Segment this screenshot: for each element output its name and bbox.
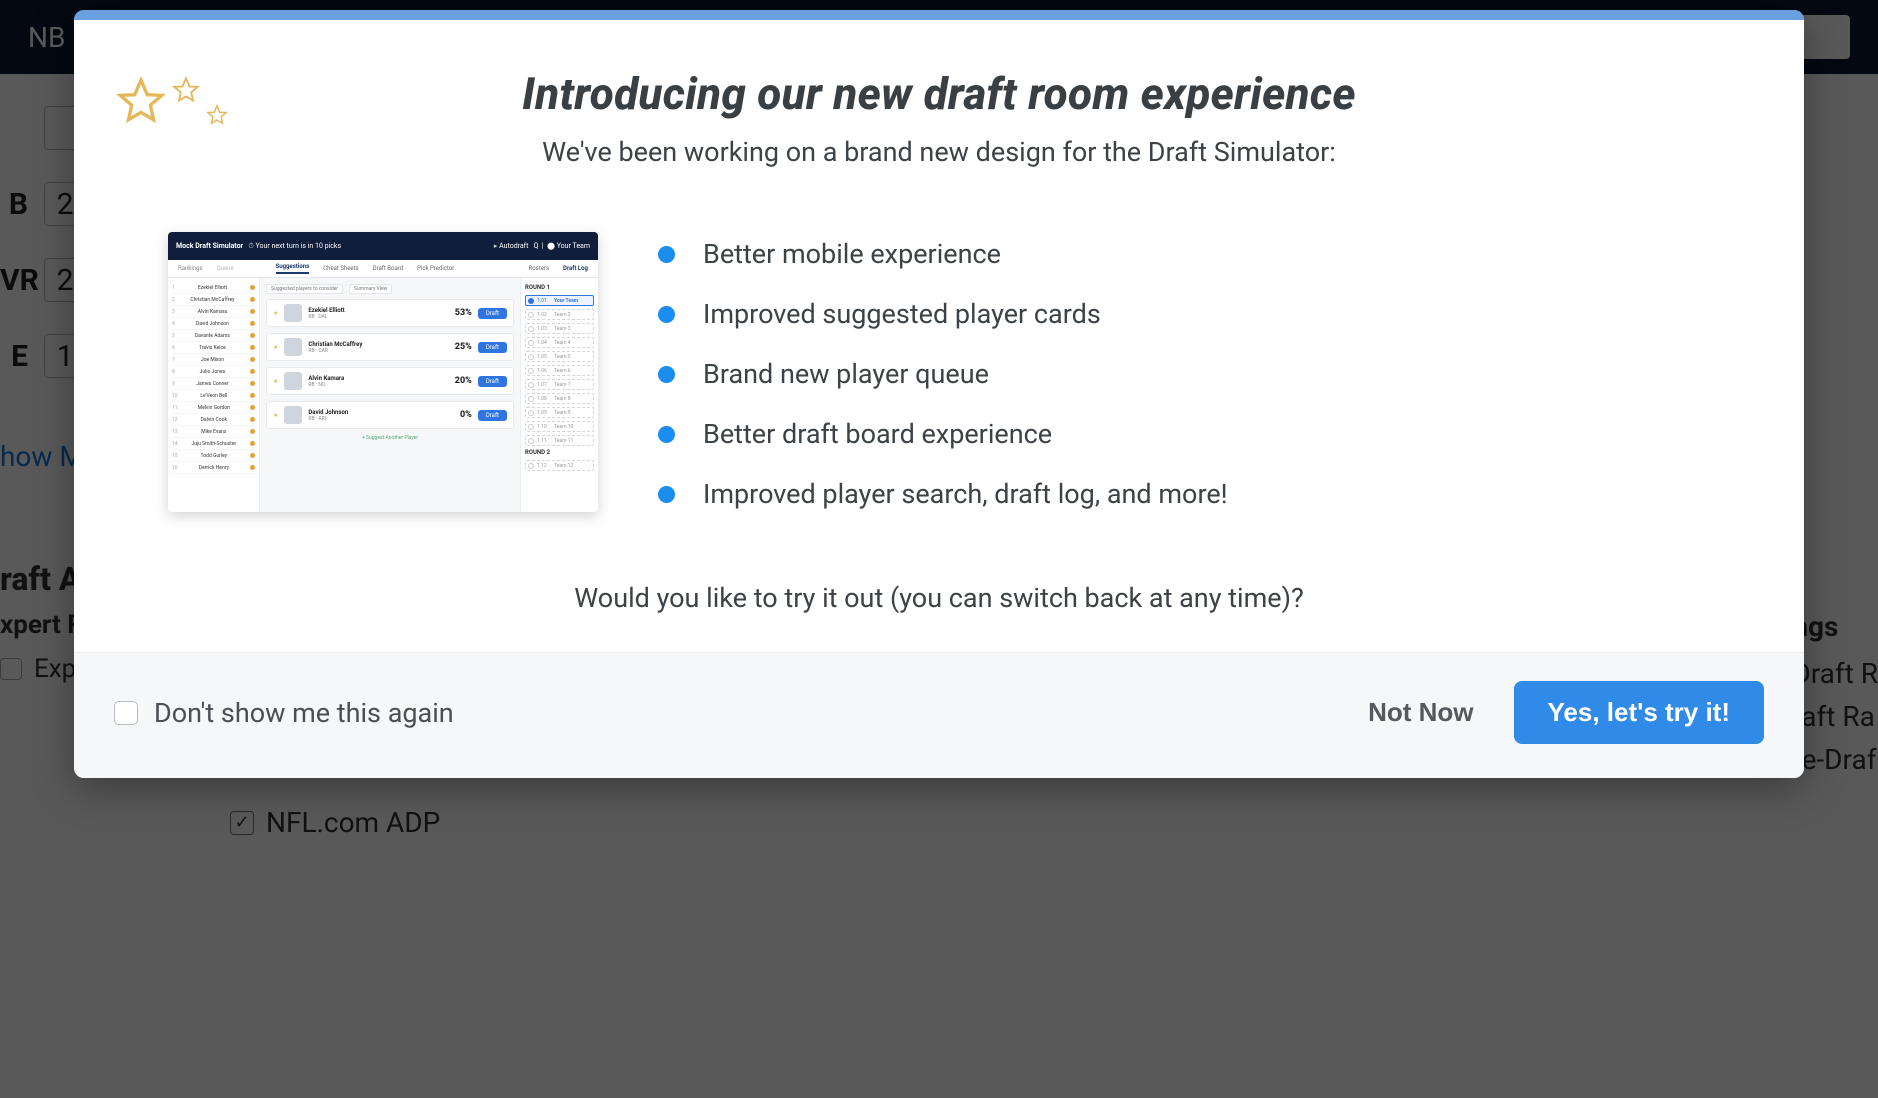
- feature-list: Better mobile experience Improved suggest…: [658, 232, 1734, 538]
- stars-decoration: [116, 76, 228, 126]
- draft-room-preview-image: Mock Draft Simulator ⏱ Your next turn is…: [168, 232, 598, 512]
- feature-text: Brand new player queue: [703, 358, 989, 390]
- dont-show-label: Don't show me this again: [154, 697, 454, 729]
- feature-text: Improved player search, draft log, and m…: [703, 478, 1228, 510]
- bullet-icon: [658, 306, 675, 323]
- bullet-icon: [658, 426, 675, 443]
- dont-show-again[interactable]: Don't show me this again: [114, 697, 454, 729]
- feature-item: Improved suggested player cards: [658, 298, 1734, 330]
- not-now-button[interactable]: Not Now: [1360, 685, 1481, 740]
- modal-accent-bar: [74, 10, 1804, 20]
- star-icon: [206, 104, 228, 126]
- modal-footer: Don't show me this again Not Now Yes, le…: [74, 652, 1804, 778]
- feature-item: Improved player search, draft log, and m…: [658, 478, 1734, 510]
- modal-title: Introducing our new draft room experienc…: [134, 68, 1744, 120]
- modal-subtitle: We've been working on a brand new design…: [134, 136, 1744, 168]
- bullet-icon: [658, 366, 675, 383]
- modal-body: Introducing our new draft room experienc…: [74, 20, 1804, 652]
- modal-prompt: Would you like to try it out (you can sw…: [134, 582, 1744, 614]
- feature-text: Improved suggested player cards: [703, 298, 1101, 330]
- star-icon: [172, 76, 200, 104]
- feature-text: Better draft board experience: [703, 418, 1052, 450]
- dont-show-checkbox[interactable]: [114, 701, 138, 725]
- feature-item: Better draft board experience: [658, 418, 1734, 450]
- intro-modal: Introducing our new draft room experienc…: [74, 10, 1804, 778]
- confirm-button[interactable]: Yes, let's try it!: [1514, 681, 1764, 744]
- bullet-icon: [658, 246, 675, 263]
- feature-item: Brand new player queue: [658, 358, 1734, 390]
- star-icon: [116, 76, 166, 126]
- bullet-icon: [658, 486, 675, 503]
- feature-item: Better mobile experience: [658, 238, 1734, 270]
- feature-text: Better mobile experience: [703, 238, 1001, 270]
